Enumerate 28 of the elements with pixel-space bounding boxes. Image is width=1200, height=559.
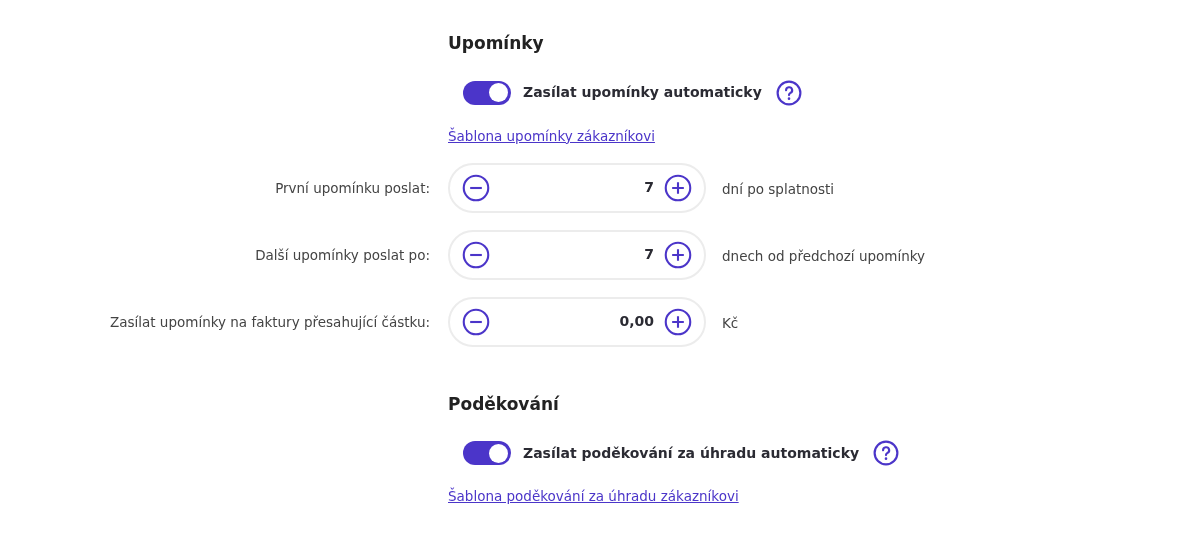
field-label: První upomínku poslat: (275, 178, 430, 198)
help-icon[interactable] (873, 440, 900, 467)
section-heading: Poděkování (448, 392, 559, 416)
plus-icon[interactable] (664, 173, 692, 202)
unit-label: Kč (722, 313, 739, 333)
field-label: Další upomínky poslat po: (255, 245, 430, 265)
minus-icon[interactable] (462, 240, 490, 269)
number-stepper[interactable]: 7 (448, 229, 706, 280)
toggle-label: Zasílat upomínky automaticky (523, 83, 762, 102)
section-heading: Upomínky (448, 32, 544, 55)
template-link[interactable]: Šablona poděkování za úhradu zákazníkovi (448, 486, 739, 507)
stepper-value: 0,00 (618, 312, 655, 332)
minus-icon[interactable] (462, 307, 490, 336)
help-icon[interactable] (775, 79, 802, 106)
toggle-switch[interactable] (463, 80, 511, 105)
number-stepper[interactable]: 0,00 (448, 296, 706, 347)
stepper-value: 7 (643, 178, 655, 198)
plus-icon[interactable] (664, 307, 692, 336)
template-link[interactable]: Šablona upomínky zákazníkovi (448, 125, 655, 146)
unit-label: dní po splatnosti (722, 179, 835, 199)
plus-icon[interactable] (664, 240, 692, 269)
number-stepper[interactable]: 7 (448, 162, 706, 213)
minus-icon[interactable] (462, 173, 490, 202)
toggle-switch[interactable] (463, 441, 511, 466)
field-label: Zasílat upomínky na faktury přesahující částku: (109, 312, 430, 332)
unit-label: dnech od předchozí upomínky (722, 246, 926, 266)
toggle-label: Zasílat poděkování za úhradu automaticky (523, 443, 860, 463)
stepper-value: 7 (643, 245, 655, 265)
